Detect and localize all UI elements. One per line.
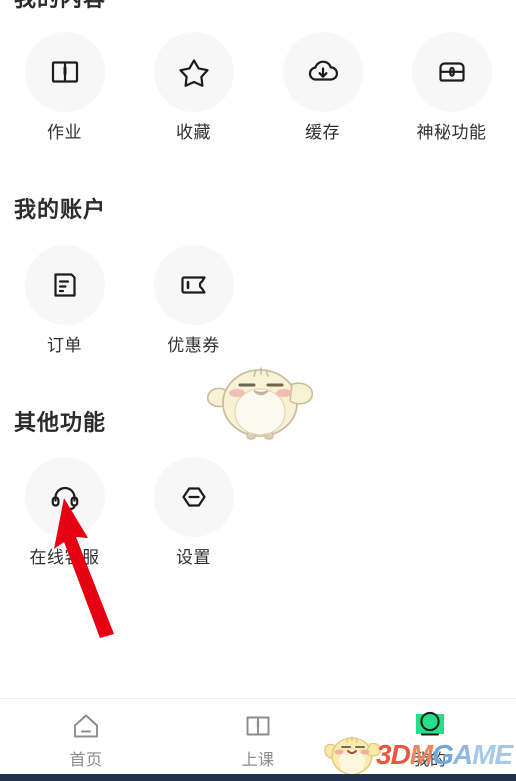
profile-content-area: 我的内容 作业 收藏 — [0, 0, 516, 698]
section-my-content-title-wrap: 我的内容 — [0, 0, 106, 12]
house-icon — [70, 709, 102, 743]
tab-mine[interactable]: 我的 — [344, 699, 516, 774]
section-title-my-account: 我的账户 — [14, 197, 107, 222]
settings-hexagon-icon — [153, 457, 234, 537]
grid-item-cache[interactable]: 缓存 — [258, 32, 387, 143]
grid-item-label: 作业 — [47, 123, 82, 142]
treasure-chest-icon — [411, 32, 492, 112]
tab-home[interactable]: 首页 — [0, 699, 172, 774]
yellow-chick-mascot — [196, 356, 326, 448]
coupon-ticket-icon — [153, 245, 234, 325]
grid-item-label: 优惠券 — [167, 336, 220, 355]
grid-other-functions: 在线客服 设置 — [0, 457, 516, 568]
cloud-download-icon — [282, 32, 363, 112]
grid-item-label: 缓存 — [305, 123, 340, 142]
section-my-account-title-wrap: 我的账户 — [0, 197, 106, 223]
grid-item-favorites[interactable]: 收藏 — [129, 32, 258, 143]
grid-item-settings[interactable]: 设置 — [129, 457, 258, 568]
grid-item-online-support[interactable]: 在线客服 — [0, 457, 129, 568]
section-other-title-wrap: 其他功能 — [0, 410, 106, 436]
grid-my-account: 订单 优惠券 — [0, 245, 516, 356]
open-book-icon — [242, 709, 274, 743]
grid-item-mystery[interactable]: 神秘功能 — [387, 32, 516, 143]
section-title-my-content: 我的内容 — [0, 0, 106, 12]
grid-item-label: 神秘功能 — [416, 123, 487, 142]
headset-icon — [24, 457, 105, 537]
grid-item-label: 在线客服 — [29, 548, 100, 567]
tab-label: 首页 — [69, 752, 103, 769]
grid-item-homework[interactable]: 作业 — [0, 32, 129, 143]
tab-label: 我的 — [413, 752, 447, 769]
app-screen: 我的内容 作业 收藏 — [0, 0, 516, 781]
book-icon — [24, 32, 105, 112]
tab-label: 上课 — [241, 752, 275, 769]
receipt-icon — [24, 245, 105, 325]
star-icon — [153, 32, 234, 112]
tab-class[interactable]: 上课 — [172, 699, 344, 774]
grid-item-orders[interactable]: 订单 — [0, 245, 129, 356]
bottom-tab-bar: 首页 上课 我的 — [0, 698, 516, 774]
profile-person-icon — [412, 709, 448, 743]
home-indicator-bar — [0, 774, 516, 781]
grid-item-label: 收藏 — [176, 123, 211, 142]
section-title-other-functions: 其他功能 — [14, 410, 107, 435]
grid-item-label: 设置 — [176, 548, 211, 567]
grid-item-coupons[interactable]: 优惠券 — [129, 245, 258, 356]
grid-my-content: 作业 收藏 缓存 神秘功能 — [0, 32, 516, 143]
grid-item-label: 订单 — [47, 336, 82, 355]
